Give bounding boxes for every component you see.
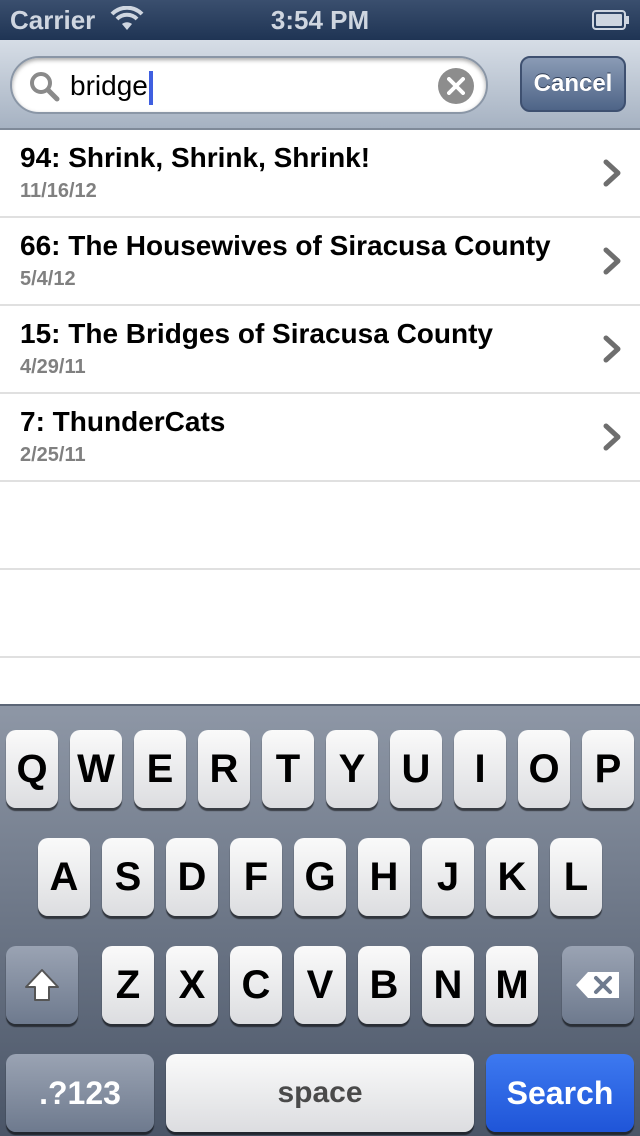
shift-icon[interactable] xyxy=(6,946,78,1024)
list-item[interactable]: 7: ThunderCats 2/25/11 xyxy=(0,394,640,482)
clear-icon[interactable] xyxy=(438,68,474,104)
key-x[interactable]: X xyxy=(166,946,218,1024)
episode-title: 15: The Bridges of Siracusa County xyxy=(20,318,493,349)
episode-title: 94: Shrink, Shrink, Shrink! xyxy=(20,142,371,173)
list-item[interactable]: 94: Shrink, Shrink, Shrink! 11/16/12 xyxy=(0,130,640,218)
episode-title: 7: ThunderCats xyxy=(20,406,226,437)
key-f[interactable]: F xyxy=(230,838,282,916)
search-results-list: 94: Shrink, Shrink, Shrink! 11/16/12 66:… xyxy=(0,130,640,704)
key-c[interactable]: C xyxy=(230,946,282,1024)
key-y[interactable]: Y xyxy=(326,730,378,808)
text-caret xyxy=(148,70,153,105)
key-q[interactable]: Q xyxy=(6,730,58,808)
key-a[interactable]: A xyxy=(38,838,90,916)
chevron-right-icon xyxy=(603,247,621,275)
key-d[interactable]: D xyxy=(166,838,218,916)
key-z[interactable]: Z xyxy=(102,946,154,1024)
key-u[interactable]: U xyxy=(390,730,442,808)
chevron-right-icon xyxy=(603,423,621,451)
search-input[interactable]: bridge xyxy=(10,56,488,114)
key-t[interactable]: T xyxy=(262,730,314,808)
search-icon xyxy=(30,72,60,102)
chevron-right-icon xyxy=(603,159,621,187)
numbers-key[interactable]: .?123 xyxy=(6,1054,154,1132)
episode-date: 5/4/12 xyxy=(20,268,76,290)
key-e[interactable]: E xyxy=(134,730,186,808)
search-key[interactable]: Search xyxy=(486,1054,634,1132)
key-j[interactable]: J xyxy=(422,838,474,916)
key-w[interactable]: W xyxy=(70,730,122,808)
status-bar: Carrier 3:54 PM xyxy=(0,0,640,40)
empty-row xyxy=(0,482,640,570)
episode-date: 2/25/11 xyxy=(20,444,86,466)
cancel-button[interactable]: Cancel xyxy=(520,56,626,112)
key-l[interactable]: L xyxy=(550,838,602,916)
episode-title: 66: The Housewives of Siracusa County xyxy=(20,230,551,261)
chevron-right-icon xyxy=(603,335,621,363)
search-text: bridge xyxy=(70,70,153,105)
clock: 3:54 PM xyxy=(270,5,370,35)
episode-date: 4/29/11 xyxy=(20,356,86,378)
key-r[interactable]: R xyxy=(198,730,250,808)
key-i[interactable]: I xyxy=(454,730,506,808)
battery-icon xyxy=(592,10,629,30)
list-item[interactable]: 66: The Housewives of Siracusa County 5/… xyxy=(0,218,640,306)
episode-date: 11/16/12 xyxy=(20,180,97,202)
list-item[interactable]: 15: The Bridges of Siracusa County 4/29/… xyxy=(0,306,640,394)
key-g[interactable]: G xyxy=(294,838,346,916)
space-key[interactable]: space xyxy=(166,1054,474,1132)
empty-row xyxy=(0,570,640,658)
search-bar: bridge Cancel xyxy=(0,40,640,130)
key-s[interactable]: S xyxy=(102,838,154,916)
key-k[interactable]: K xyxy=(486,838,538,916)
key-h[interactable]: H xyxy=(358,838,410,916)
keyboard: Q W E R T Y U I O P A S D F G H J K L Z … xyxy=(0,704,640,1136)
key-m[interactable]: M xyxy=(486,946,538,1024)
key-p[interactable]: P xyxy=(582,730,634,808)
key-v[interactable]: V xyxy=(294,946,346,1024)
key-b[interactable]: B xyxy=(358,946,410,1024)
key-n[interactable]: N xyxy=(422,946,474,1024)
key-o[interactable]: O xyxy=(518,730,570,808)
delete-icon[interactable] xyxy=(562,946,634,1024)
